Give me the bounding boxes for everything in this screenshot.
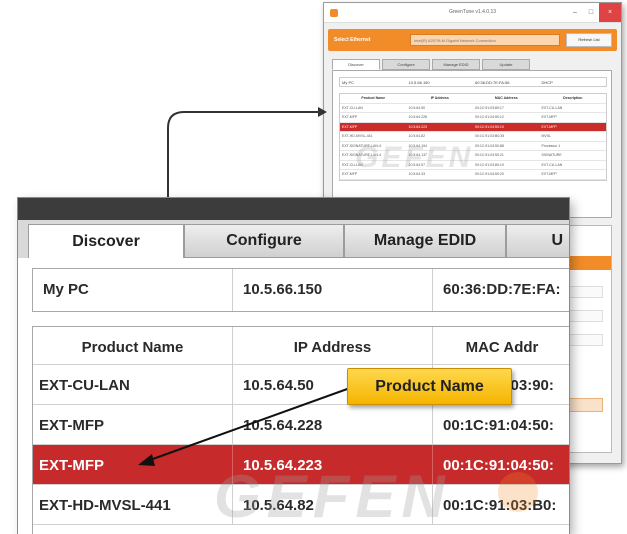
refresh-list-button[interactable]: Refresh List — [566, 33, 612, 47]
mypc-mode: DHCP — [541, 80, 553, 85]
cell-mac-address: 00:1C:91:04:50:20 — [475, 172, 504, 176]
cell-description: MVSL — [541, 134, 552, 138]
tab-discover-small[interactable]: Discover — [332, 59, 380, 70]
tab-configure-small[interactable]: Configure — [382, 59, 430, 70]
cell-mac-address: 00:1C:91:04:50: — [443, 457, 554, 474]
cell-description: EXT-CU-LAN — [541, 105, 563, 110]
cell-mac-address: 00:1C:91:03:50:21 — [475, 153, 504, 157]
cell-ip-address: 10.5.64.223 — [408, 124, 428, 129]
cell-product-name: EXT-MFP — [342, 115, 358, 119]
tab-discover[interactable]: Discover — [28, 224, 184, 260]
tab-manage-edid-small[interactable]: Manage EDID — [432, 59, 480, 70]
table-row[interactable]: EXT-CU-LAN 10.5.64.50 00:1C:91:03:80:17 EXT… — [340, 104, 606, 113]
cell-description: EXT-MFP — [541, 124, 557, 129]
cell-mac-address: 00:1C:91:03:50:88 — [475, 143, 504, 148]
cell-ip-address: 10.5.64.82 — [408, 134, 426, 138]
cell-description: EXT-CU-LAN — [541, 162, 563, 167]
zoomed-discover-view: Configure Manage EDID U Discover My PC 1… — [18, 198, 569, 534]
minimize-button[interactable]: – — [567, 3, 583, 22]
cell-product-name: EXT-CU-LAN — [33, 365, 233, 404]
zoom-top-bar — [18, 198, 569, 220]
cell-description: Processor 1 — [541, 143, 561, 148]
tab-update-small[interactable]: Update — [482, 59, 530, 70]
cell-mac-address: 00:1C:91:04:50: — [443, 417, 554, 434]
tab-bar: Configure Manage EDID U Discover — [18, 220, 569, 260]
mypc-ip: 10.5.66.150 — [408, 80, 430, 85]
cell-product-name: EXT-HD-MVSL-441 — [33, 485, 233, 524]
callout-product-name: Product Name — [347, 368, 512, 405]
mypc-ip: 10.5.66.150 — [233, 269, 433, 311]
cell-description: EXT-MFP — [541, 172, 557, 176]
header-ip-address[interactable]: IP Address — [233, 327, 433, 364]
header-mac: MAC Address — [494, 96, 518, 100]
watermark-logo-circle — [498, 472, 538, 512]
ethernet-label: Select Ethernet — [334, 37, 371, 43]
tab-manage-edid[interactable]: Manage EDID — [344, 224, 506, 258]
window-controls: – □ × — [567, 3, 621, 22]
cell-mac-address: 00:1C:91:03:B0:35 — [475, 134, 505, 138]
header-product-name: Product Name — [361, 96, 386, 100]
cell-product-name: EXT-CU-LAN — [342, 105, 363, 110]
cell-product-name: EXT-MFP — [342, 124, 358, 129]
cell-description: EXT-MFP — [541, 115, 557, 119]
cell-description: SIGNATURE — [541, 153, 562, 157]
cell-ip-address: 10.5.64.50 — [408, 105, 426, 110]
table-row[interactable]: EXT-MFP 10.5.64.228 00:1C:91:04:50: — [33, 405, 569, 445]
mypc-row: My PC 10.5.66.150 60:36:DD:7E:FA: — [32, 268, 569, 312]
cell-mac-address: 00:1C:91:04:50:10 — [475, 124, 504, 129]
cell-product-name: EXT-MFP — [33, 445, 233, 484]
mypc-mac: 60:36:DD:7E:FA: — [443, 281, 561, 298]
header-mac-address[interactable]: MAC Addr — [433, 327, 569, 364]
cell-ip-address: 10.5.64.228 — [233, 405, 433, 444]
mypc-mac: 60:36:DD:7E:FA:56 — [475, 80, 510, 85]
table-header: Product Name IP Address MAC Address Desc… — [340, 94, 606, 104]
title-bar: GreenTune v1.4.0.13 – □ × — [324, 3, 621, 23]
tab-bar-small: Discover Configure Manage EDID Update — [332, 59, 532, 70]
header-description: Description — [563, 96, 583, 100]
table-row[interactable]: EXT-MFP 10.5.64.223 00:1C:91:04:50:10 EXT-M… — [340, 122, 606, 132]
close-button[interactable]: × — [599, 3, 621, 22]
cell-mac-address: 00:1C:91:04:50:12 — [475, 115, 504, 119]
mypc-name: My PC — [33, 269, 233, 311]
header-ip: IP Address — [430, 96, 449, 100]
cell-product-name: EXT-MFP — [33, 405, 233, 444]
table-row[interactable]: EXT-MFP 10.5.64.228 00:1C:91:04:50:12 EXT-M… — [340, 113, 606, 123]
cell-ip-address: 10.5.64.228 — [408, 115, 428, 119]
header-product-name[interactable]: Product Name — [33, 327, 233, 364]
mypc-name: My PC — [342, 80, 354, 85]
tab-update[interactable]: U — [506, 224, 569, 258]
discover-panel-small: My PC 10.5.66.150 60:36:DD:7E:FA:56 DHCP… — [332, 70, 612, 218]
tab-configure[interactable]: Configure — [184, 224, 344, 258]
table-header: Product Name IP Address MAC Addr — [33, 327, 569, 365]
mypc-row-small: My PC 10.5.66.150 60:36:DD:7E:FA:56 DHCP — [339, 77, 607, 87]
cell-mac-address: 00:1C:91:03:80:17 — [475, 105, 504, 110]
watermark-small: GEFEN — [355, 141, 474, 174]
watermark: GEFEN — [214, 463, 451, 530]
cell-mac-address: 00:1C:91:03:80:19 — [475, 162, 504, 167]
ethernet-select[interactable]: Intel(R) 82579LM Gigabit Network Connect… — [410, 34, 560, 46]
ethernet-bar: Select Ethernet Intel(R) 82579LM Gigabit… — [328, 29, 617, 51]
cell-product-name: EXT-HD-MVSL-441 — [342, 134, 373, 138]
maximize-button[interactable]: □ — [583, 3, 599, 22]
